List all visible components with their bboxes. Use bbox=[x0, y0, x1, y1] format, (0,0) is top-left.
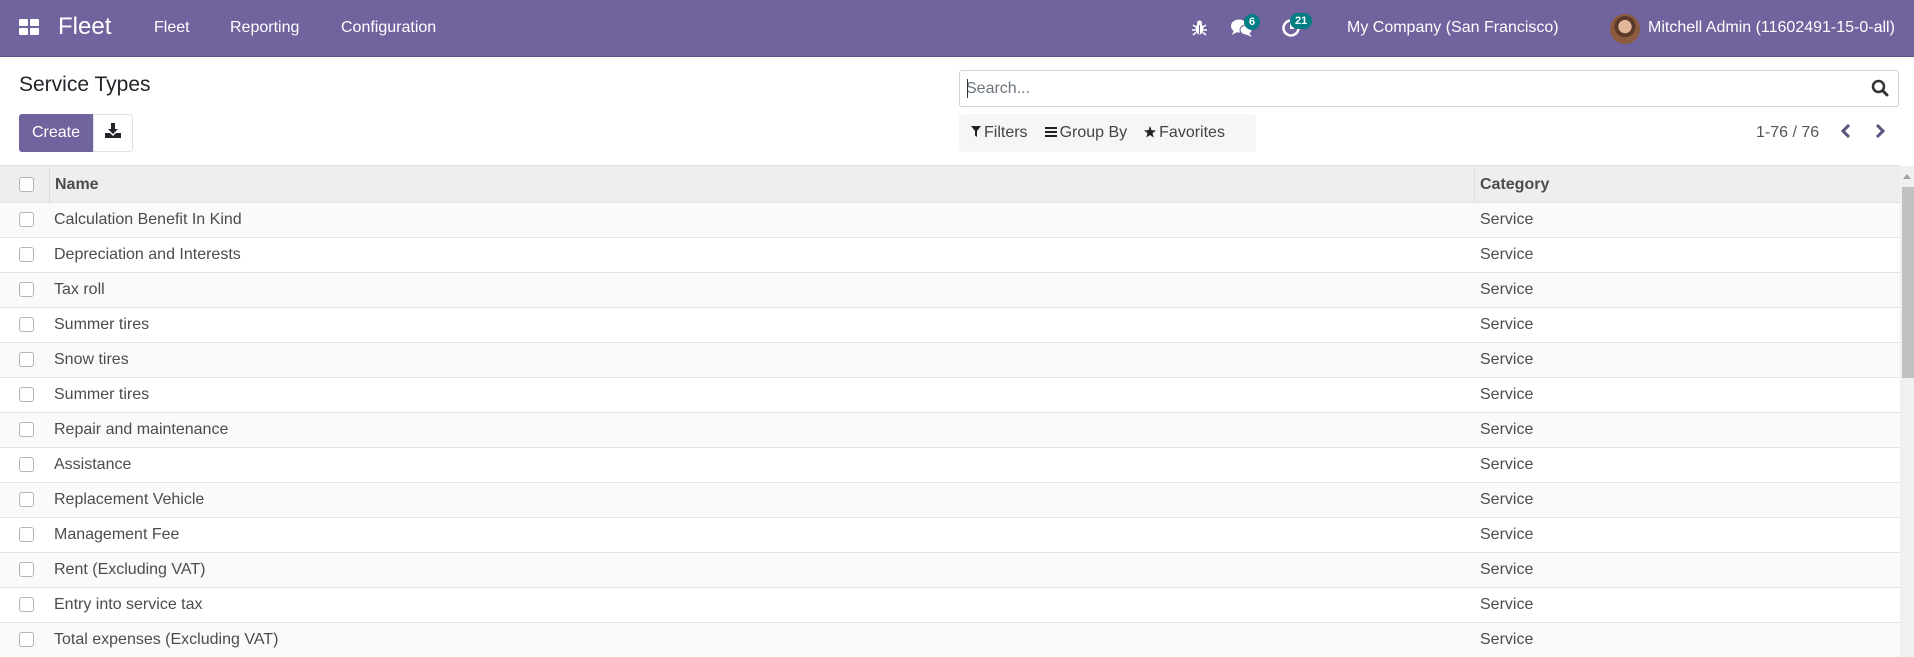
row-checkbox[interactable] bbox=[19, 352, 34, 367]
messages-count-badge: 6 bbox=[1244, 14, 1261, 30]
group-by-button[interactable]: Group By bbox=[1044, 124, 1128, 142]
cell-category: Service bbox=[1480, 386, 1534, 403]
table-row[interactable]: Assistance Service bbox=[0, 448, 1900, 483]
table-row[interactable]: Rent (Excluding VAT) Service bbox=[0, 553, 1900, 588]
list-view-table: Name Category Calculation Benefit In Kin… bbox=[0, 165, 1900, 657]
table-row[interactable]: Total expenses (Excluding VAT) Service bbox=[0, 623, 1900, 657]
download-button[interactable] bbox=[93, 114, 133, 152]
cell-name: Depreciation and Interests bbox=[54, 246, 241, 263]
table-row[interactable]: Summer tires Service bbox=[0, 378, 1900, 413]
activities-count-badge: 21 bbox=[1290, 13, 1313, 29]
cell-category: Service bbox=[1480, 526, 1534, 543]
cell-name: Replacement Vehicle bbox=[54, 491, 205, 508]
chevron-left-icon bbox=[1840, 123, 1851, 143]
cell-category: Service bbox=[1480, 561, 1534, 578]
cell-name: Snow tires bbox=[54, 351, 129, 368]
group-by-icon bbox=[1044, 126, 1057, 140]
row-checkbox[interactable] bbox=[19, 212, 34, 227]
cell-name: Tax roll bbox=[54, 281, 105, 298]
user-avatar[interactable] bbox=[1610, 14, 1640, 44]
column-divider bbox=[1474, 166, 1475, 203]
row-checkbox[interactable] bbox=[19, 317, 34, 332]
cell-name: Summer tires bbox=[54, 316, 150, 333]
cell-name: Management Fee bbox=[54, 526, 180, 543]
favorites-button[interactable]: Favorites bbox=[1144, 124, 1225, 142]
table-row[interactable]: Summer tires Service bbox=[0, 308, 1900, 343]
cell-category: Service bbox=[1480, 631, 1534, 648]
row-checkbox[interactable] bbox=[19, 492, 34, 507]
row-checkbox[interactable] bbox=[19, 282, 34, 297]
chevron-right-icon bbox=[1875, 123, 1886, 143]
search-icon[interactable] bbox=[1871, 79, 1891, 99]
cell-name: Calculation Benefit In Kind bbox=[54, 211, 242, 228]
table-row[interactable]: Entry into service tax Service bbox=[0, 588, 1900, 623]
page-title: Service Types bbox=[19, 73, 151, 96]
cell-name: Total expenses (Excluding VAT) bbox=[54, 631, 279, 648]
download-icon bbox=[105, 123, 121, 143]
bug-icon[interactable] bbox=[1192, 19, 1207, 41]
search-box[interactable] bbox=[959, 70, 1899, 107]
cell-category: Service bbox=[1480, 211, 1534, 228]
cell-category: Service bbox=[1480, 456, 1534, 473]
cell-name: Entry into service tax bbox=[54, 596, 203, 613]
cell-category: Service bbox=[1480, 281, 1534, 298]
vertical-scrollbar[interactable] bbox=[1900, 166, 1914, 657]
apps-grid-icon[interactable] bbox=[19, 19, 39, 36]
filter-icon bbox=[971, 126, 981, 140]
company-switcher[interactable]: My Company (San Francisco) bbox=[1347, 19, 1559, 37]
cell-category: Service bbox=[1480, 246, 1534, 263]
filters-label: Filters bbox=[984, 124, 1028, 141]
table-row[interactable]: Replacement Vehicle Service bbox=[0, 483, 1900, 518]
app-brand[interactable]: Fleet bbox=[58, 13, 111, 41]
cell-name: Rent (Excluding VAT) bbox=[54, 561, 206, 578]
cell-name: Assistance bbox=[54, 456, 132, 473]
row-checkbox[interactable] bbox=[19, 247, 34, 262]
table-row[interactable]: Repair and maintenance Service bbox=[0, 413, 1900, 448]
row-checkbox[interactable] bbox=[19, 562, 34, 577]
table-header: Name Category bbox=[0, 165, 1900, 203]
filters-button[interactable]: Filters bbox=[971, 124, 1028, 142]
row-checkbox[interactable] bbox=[19, 597, 34, 612]
favorites-label: Favorites bbox=[1159, 124, 1225, 141]
row-checkbox[interactable] bbox=[19, 422, 34, 437]
cell-category: Service bbox=[1480, 316, 1534, 333]
table-row[interactable]: Tax roll Service bbox=[0, 273, 1900, 308]
scrollbar-thumb[interactable] bbox=[1902, 187, 1914, 378]
pager-next-button[interactable] bbox=[1870, 122, 1890, 144]
menu-fleet[interactable]: Fleet bbox=[154, 19, 190, 37]
row-checkbox[interactable] bbox=[19, 632, 34, 647]
row-checkbox[interactable] bbox=[19, 387, 34, 402]
pager-value[interactable]: 1-76 / 76 bbox=[1756, 124, 1819, 142]
create-button[interactable]: Create bbox=[19, 114, 93, 152]
column-header-category[interactable]: Category bbox=[1480, 166, 1549, 203]
cell-name: Summer tires bbox=[54, 386, 150, 403]
user-menu[interactable]: Mitchell Admin (11602491-15-0-all) bbox=[1648, 19, 1895, 37]
scroll-up-arrow-icon[interactable] bbox=[1903, 174, 1911, 179]
group-by-label: Group By bbox=[1059, 124, 1128, 141]
table-row[interactable]: Depreciation and Interests Service bbox=[0, 238, 1900, 273]
select-all-checkbox[interactable] bbox=[19, 177, 34, 192]
text-caret bbox=[967, 79, 968, 98]
menu-reporting[interactable]: Reporting bbox=[230, 19, 299, 37]
column-divider bbox=[49, 166, 50, 203]
star-icon bbox=[1144, 125, 1157, 141]
cell-name: Repair and maintenance bbox=[54, 421, 229, 438]
row-checkbox[interactable] bbox=[19, 457, 34, 472]
cell-category: Service bbox=[1480, 596, 1534, 613]
search-input[interactable] bbox=[966, 71, 1846, 106]
search-options-bar: Filters Group By Favorites bbox=[959, 114, 1256, 152]
row-checkbox[interactable] bbox=[19, 527, 34, 542]
cell-category: Service bbox=[1480, 351, 1534, 368]
table-row[interactable]: Calculation Benefit In Kind Service bbox=[0, 203, 1900, 238]
cell-category: Service bbox=[1480, 421, 1534, 438]
column-header-name[interactable]: Name bbox=[55, 166, 99, 203]
cell-category: Service bbox=[1480, 491, 1534, 508]
table-row[interactable]: Snow tires Service bbox=[0, 343, 1900, 378]
menu-configuration[interactable]: Configuration bbox=[341, 19, 436, 37]
table-row[interactable]: Management Fee Service bbox=[0, 518, 1900, 553]
pager-previous-button[interactable] bbox=[1836, 122, 1856, 144]
top-navbar: Fleet Fleet Reporting Configuration 6 21… bbox=[0, 0, 1914, 57]
